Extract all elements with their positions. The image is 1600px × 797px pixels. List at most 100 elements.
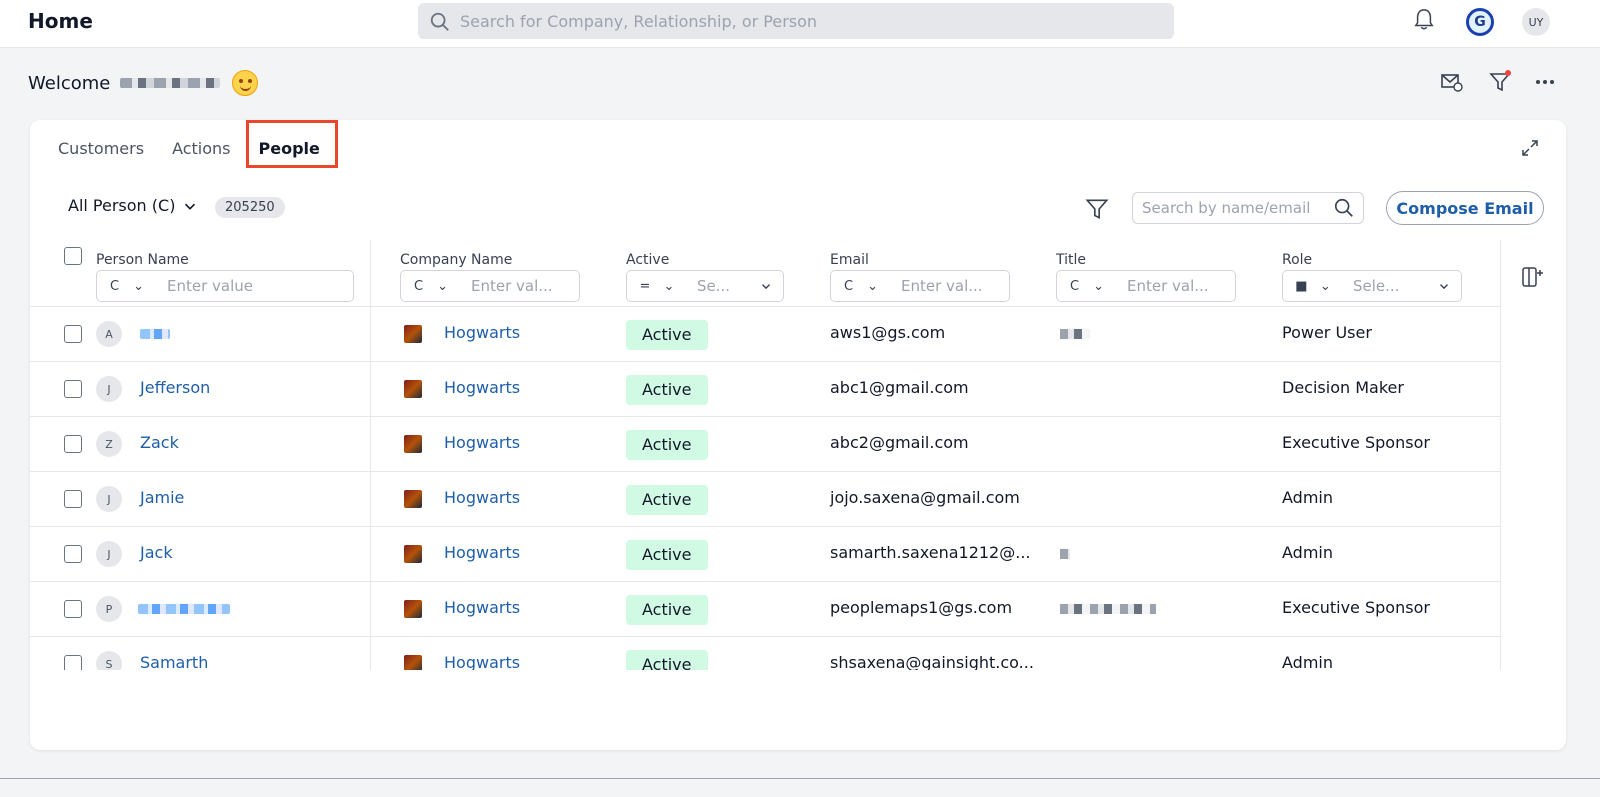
person-avatar: J [96,376,122,402]
column-settings-icon[interactable] [1520,265,1544,289]
filter-title[interactable]: C ⌄ Enter val... [1056,270,1236,302]
chevron-down-icon: ⌄ [1093,278,1104,294]
filter-operator[interactable]: = [640,279,651,294]
redacted-user-name [120,78,221,88]
status-badge: Active [626,375,708,405]
col-header-person-name[interactable]: Person Name [96,252,189,268]
row-checkbox[interactable] [64,325,82,343]
person-name-link[interactable]: Jefferson [140,378,210,397]
person-avatar: J [96,541,122,567]
row-checkbox[interactable] [64,380,82,398]
company-link[interactable]: Hogwarts [444,433,520,452]
person-name-link[interactable]: Zack [140,433,179,452]
filter-placeholder[interactable]: Enter val... [1117,277,1209,295]
filter-placeholder[interactable]: Enter val... [461,277,553,295]
row-checkbox[interactable] [64,490,82,508]
person-avatar: P [96,596,122,622]
table-row[interactable]: A Hogwarts Active aws1@gs.com Power User [30,307,1500,362]
row-checkbox[interactable] [64,600,82,618]
email-cell: abc1@gmail.com [830,378,969,397]
email-cell: jojo.saxena@gmail.com [830,488,1020,507]
status-badge: Active [626,430,708,460]
people-search-input[interactable] [1142,193,1332,223]
search-icon [430,12,449,31]
page-bottom-divider [0,778,1600,779]
column-divider [1500,240,1501,670]
user-avatar[interactable]: UY [1522,8,1550,36]
redacted-person-name[interactable] [140,329,170,339]
col-header-title[interactable]: Title [1056,252,1086,268]
select-all-checkbox[interactable] [64,247,82,265]
filter-person-name[interactable]: C ⌄ Enter value [96,270,354,302]
bell-icon[interactable] [1413,8,1435,32]
filter-email[interactable]: C ⌄ Enter val... [830,270,1010,302]
person-name-link[interactable]: Jamie [140,488,184,507]
smiley-icon [232,70,259,96]
email-cell: peoplemaps1@gs.com [830,598,1013,617]
row-checkbox[interactable] [64,435,82,453]
table-row[interactable]: J Jefferson Hogwarts Active abc1@gmail.c… [30,362,1500,417]
company-link[interactable]: Hogwarts [444,598,520,617]
email-settings-icon[interactable] [1440,70,1464,94]
redacted-person-name[interactable] [138,604,230,614]
view-selector[interactable]: All Person (C) [68,196,199,215]
people-search[interactable] [1132,192,1364,224]
filter-placeholder[interactable]: Enter value [157,277,253,295]
tab-customers[interactable]: Customers [58,134,144,168]
record-count-badge: 205250 [215,197,285,218]
company-link[interactable]: Hogwarts [444,323,520,342]
chevron-down-icon [185,203,196,210]
brand-logo[interactable]: G [1466,8,1494,36]
row-checkbox[interactable] [64,655,82,670]
filter-operator[interactable]: C [844,279,853,294]
filter-placeholder[interactable]: Sele... [1343,277,1399,295]
filter-operator[interactable]: ■ [1295,279,1307,294]
row-checkbox[interactable] [64,545,82,563]
filter-icon[interactable] [1488,70,1512,94]
global-search-input[interactable] [460,3,1160,39]
table-row[interactable]: S Samarth Hogwarts Active shsaxena@gains… [30,637,1500,670]
tab-actions[interactable]: Actions [172,134,230,168]
email-cell: abc2@gmail.com [830,433,969,452]
table-filter-icon[interactable] [1084,196,1110,222]
global-search[interactable] [418,3,1174,39]
person-avatar: J [96,486,122,512]
col-header-role[interactable]: Role [1282,252,1312,268]
table-row[interactable]: Z Zack Hogwarts Active abc2@gmail.com Ex… [30,417,1500,472]
person-name-link[interactable]: Samarth [140,653,208,670]
col-header-company-name[interactable]: Company Name [400,252,512,268]
company-link[interactable]: Hogwarts [444,653,520,670]
company-link[interactable]: Hogwarts [444,378,520,397]
people-card: Customers Actions People All Person (C) … [30,120,1566,750]
role-cell: Admin [1282,653,1333,670]
filter-active[interactable]: = ⌄ Se... [626,270,784,302]
compose-email-button[interactable]: Compose Email [1386,191,1544,225]
person-avatar: A [96,321,122,347]
table-row[interactable]: P Hogwarts Active peoplemaps1@gs.com Exe… [30,582,1500,637]
col-header-email[interactable]: Email [830,252,869,268]
col-header-active[interactable]: Active [626,252,669,268]
redacted-title [1060,604,1156,614]
filter-company-name[interactable]: C ⌄ Enter val... [400,270,580,302]
more-options-icon[interactable] [1534,70,1556,94]
company-link[interactable]: Hogwarts [444,488,520,507]
company-link[interactable]: Hogwarts [444,543,520,562]
status-badge: Active [626,595,708,625]
role-cell: Decision Maker [1282,378,1404,397]
filter-placeholder[interactable]: Se... [687,277,730,295]
filter-operator[interactable]: C [414,279,423,294]
status-badge: Active [626,540,708,570]
filter-role[interactable]: ■ ⌄ Sele... [1282,270,1462,302]
role-cell: Admin [1282,488,1333,507]
role-cell: Power User [1282,323,1372,342]
filter-operator[interactable]: C [1070,279,1079,294]
table-row[interactable]: J Jack Hogwarts Active samarth.saxena121… [30,527,1500,582]
company-logo-icon [404,490,422,508]
person-name-link[interactable]: Jack [140,543,173,562]
welcome-row: Welcome [28,70,259,96]
expand-icon[interactable] [1520,138,1540,158]
filter-placeholder[interactable]: Enter val... [891,277,983,295]
filter-operator[interactable]: C [110,279,119,294]
table-row[interactable]: J Jamie Hogwarts Active jojo.saxena@gmai… [30,472,1500,527]
chevron-down-icon [1440,284,1448,290]
